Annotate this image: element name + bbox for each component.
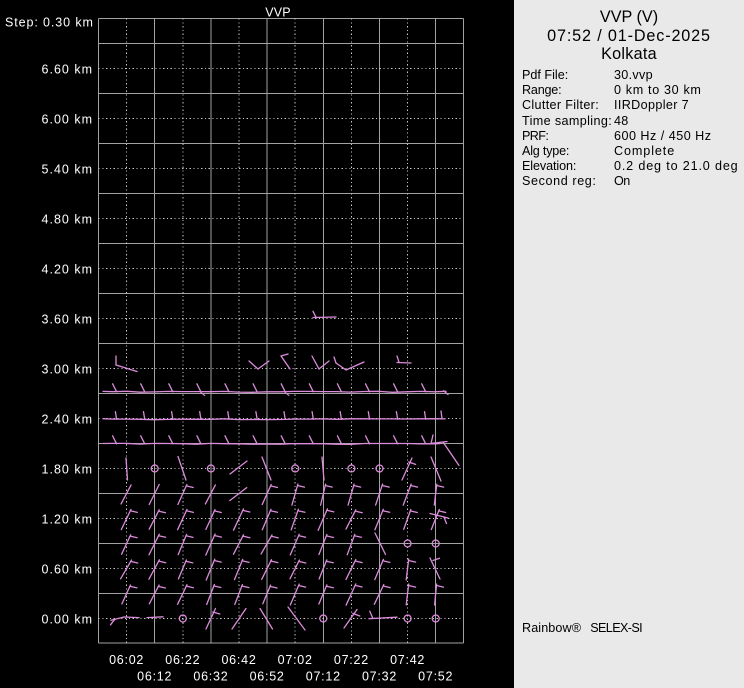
svg-text:1.20 km: 1.20 km [42,513,93,527]
svg-text:0.60 km: 0.60 km [42,563,93,577]
svg-text:3.60 km: 3.60 km [42,313,93,327]
svg-text:06:22: 06:22 [165,653,200,667]
svg-text:07:32: 07:32 [362,669,397,683]
svg-text:06:12: 06:12 [137,669,172,683]
svg-text:6.60 km: 6.60 km [42,63,93,77]
svg-text:Step: 0.30 km: Step: 0.30 km [5,16,94,30]
svg-text:07:12: 07:12 [306,669,341,683]
svg-text:1.80 km: 1.80 km [42,463,93,477]
svg-text:0.00 km: 0.00 km [42,613,93,627]
svg-text:06:02: 06:02 [109,653,144,667]
svg-text:3.00 km: 3.00 km [42,363,93,377]
svg-text:4.80 km: 4.80 km [42,213,93,227]
svg-text:07:02: 07:02 [278,653,313,667]
svg-text:07:22: 07:22 [334,653,369,667]
svg-text:2.40 km: 2.40 km [42,413,93,427]
svg-text:06:52: 06:52 [250,669,285,683]
svg-text:07:42: 07:42 [390,653,425,667]
svg-text:5.40 km: 5.40 km [42,163,93,177]
svg-text:4.20 km: 4.20 km [42,263,93,277]
svg-text:06:32: 06:32 [193,669,228,683]
svg-text:07:52: 07:52 [418,669,453,683]
svg-text:06:42: 06:42 [221,653,256,667]
svg-text:6.00 km: 6.00 km [42,113,93,127]
svg-text:VVP: VVP [265,6,290,20]
